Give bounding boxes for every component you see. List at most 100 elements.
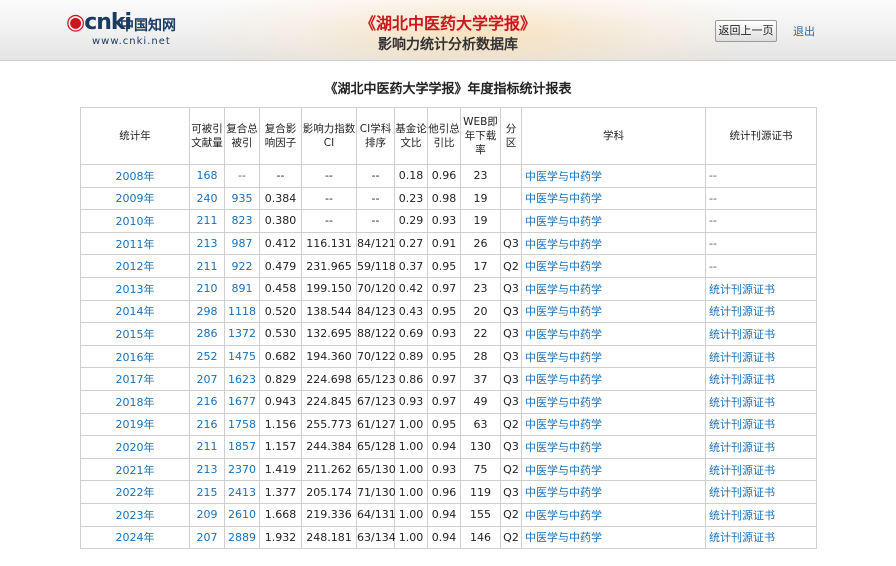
cell-total-citations[interactable]: 1857 [224,435,260,459]
cell-subject[interactable]: 中医学与中药学 [521,412,706,437]
cell-year[interactable]: 2023年 [80,502,190,527]
cell-citable-docs[interactable]: 298 [189,299,225,324]
cell-total-citations[interactable]: 891 [224,276,260,301]
cell-subject[interactable]: 中医学与中药学 [521,231,706,256]
cell-certificate[interactable]: 统计刊源证书 [705,389,817,414]
cell-ci-rank: 63/134 [356,525,396,550]
cell-citable-docs[interactable]: 211 [189,254,225,278]
cell-certificate[interactable]: 统计刊源证书 [705,299,817,324]
cell-fund-ratio: 0.86 [394,367,428,391]
cell-year[interactable]: 2009年 [80,186,190,211]
cell-certificate[interactable]: 统计刊源证书 [705,322,817,346]
cell-year[interactable]: 2013年 [80,276,190,301]
cell-citable-docs[interactable]: 286 [189,322,225,346]
table-row: 2024年 207 2889 1.932 248.181 63/134 1.00 0.94 14… [80,525,817,550]
cell-total-citations[interactable]: 2889 [224,525,260,550]
cell-ci-rank: 84/123 [356,299,396,324]
cell-certificate: -- [705,254,817,278]
cell-certificate[interactable]: 统计刊源证书 [705,502,817,527]
cell-total-citations[interactable]: 2370 [224,457,260,482]
cell-year[interactable]: 2015年 [80,322,190,346]
cell-subject[interactable]: 中医学与中药学 [521,367,706,391]
cell-subject[interactable]: 中医学与中药学 [521,209,706,233]
cell-citable-docs[interactable]: 240 [189,186,225,211]
cell-certificate[interactable]: 统计刊源证书 [705,525,817,550]
cell-citable-docs[interactable]: 168 [189,164,225,188]
cell-year[interactable]: 2019年 [80,412,190,437]
cell-certificate[interactable]: 统计刊源证书 [705,367,817,391]
cell-year[interactable]: 2020年 [80,435,190,459]
cell-subject[interactable]: 中医学与中药学 [521,457,706,482]
header-subject: 学科 [521,107,706,165]
cell-ci-index: 231.965 [301,254,357,278]
cell-ci-index: 244.384 [301,435,357,459]
cell-ci-rank: 65/128 [356,435,396,459]
cell-year[interactable]: 2008年 [80,164,190,188]
cell-citable-docs[interactable]: 207 [189,525,225,550]
cell-subject[interactable]: 中医学与中药学 [521,389,706,414]
cell-subject[interactable]: 中医学与中药学 [521,480,706,504]
cell-subject[interactable]: 中医学与中药学 [521,502,706,527]
cell-year[interactable]: 2017年 [80,367,190,391]
cell-certificate[interactable]: 统计刊源证书 [705,276,817,301]
cell-year[interactable]: 2010年 [80,209,190,233]
cell-citable-docs[interactable]: 213 [189,231,225,256]
logout-link[interactable]: 退出 [793,23,815,39]
back-button[interactable]: 返回上一页 [715,20,777,42]
cell-impact-factor: 0.943 [259,389,302,414]
cell-certificate[interactable]: 统计刊源证书 [705,457,817,482]
cell-total-citations[interactable]: 1758 [224,412,260,437]
cell-year[interactable]: 2018年 [80,389,190,414]
cell-web-download-rate: 75 [460,457,501,482]
cell-certificate[interactable]: 统计刊源证书 [705,480,817,504]
cell-total-citations[interactable]: 987 [224,231,260,256]
cell-total-citations[interactable]: 2610 [224,502,260,527]
cell-total-citations[interactable]: 1623 [224,367,260,391]
cell-citable-docs[interactable]: 211 [189,209,225,233]
cell-certificate[interactable]: 统计刊源证书 [705,412,817,437]
cell-citable-docs[interactable]: 207 [189,367,225,391]
cell-subject[interactable]: 中医学与中药学 [521,254,706,278]
cell-subject[interactable]: 中医学与中药学 [521,344,706,369]
cell-year[interactable]: 2014年 [80,299,190,324]
cell-year[interactable]: 2021年 [80,457,190,482]
table-row: 2022年 215 2413 1.377 205.174 71/130 1.00 0.96 11… [80,480,817,504]
cell-citable-docs[interactable]: 210 [189,276,225,301]
cell-total-citations[interactable]: 823 [224,209,260,233]
cell-citable-docs[interactable]: 209 [189,502,225,527]
cell-ci-index: 205.174 [301,480,357,504]
cell-citable-docs[interactable]: 216 [189,389,225,414]
cell-certificate[interactable]: 统计刊源证书 [705,435,817,459]
cell-total-citations[interactable]: 935 [224,186,260,211]
cell-citable-docs[interactable]: 216 [189,412,225,437]
cell-total-citations[interactable]: 1372 [224,322,260,346]
cell-year[interactable]: 2012年 [80,254,190,278]
cell-subject[interactable]: 中医学与中药学 [521,186,706,211]
cell-web-download-rate: 17 [460,254,501,278]
cell-subject[interactable]: 中医学与中药学 [521,435,706,459]
cell-total-citations[interactable]: 1677 [224,389,260,414]
cell-subject[interactable]: 中医学与中药学 [521,276,706,301]
cell-ci-index: -- [301,209,357,233]
cell-total-citations[interactable]: 922 [224,254,260,278]
cell-year[interactable]: 2011年 [80,231,190,256]
cell-subject[interactable]: 中医学与中药学 [521,525,706,550]
cell-total-citations[interactable]: 1475 [224,344,260,369]
cell-year[interactable]: 2022年 [80,480,190,504]
cell-year[interactable]: 2024年 [80,525,190,550]
cell-subject[interactable]: 中医学与中药学 [521,322,706,346]
cell-subject[interactable]: 中医学与中药学 [521,299,706,324]
cell-citable-docs[interactable]: 213 [189,457,225,482]
cell-year[interactable]: 2016年 [80,344,190,369]
cell-ci-rank: -- [356,209,395,233]
cell-other-cite-ratio: 0.96 [427,480,461,504]
cell-certificate[interactable]: 统计刊源证书 [705,344,817,369]
cell-total-citations[interactable]: 1118 [224,299,260,324]
cell-citable-docs[interactable]: 252 [189,344,225,369]
cell-subject[interactable]: 中医学与中药学 [521,164,706,188]
cell-fund-ratio: 0.18 [394,164,428,188]
cell-citable-docs[interactable]: 215 [189,480,225,504]
cell-citable-docs[interactable]: 211 [189,435,225,459]
table-row: 2011年 213 987 0.412 116.131 84/121 0.27 0.91 26 Q… [80,231,817,256]
cell-total-citations[interactable]: 2413 [224,480,260,504]
